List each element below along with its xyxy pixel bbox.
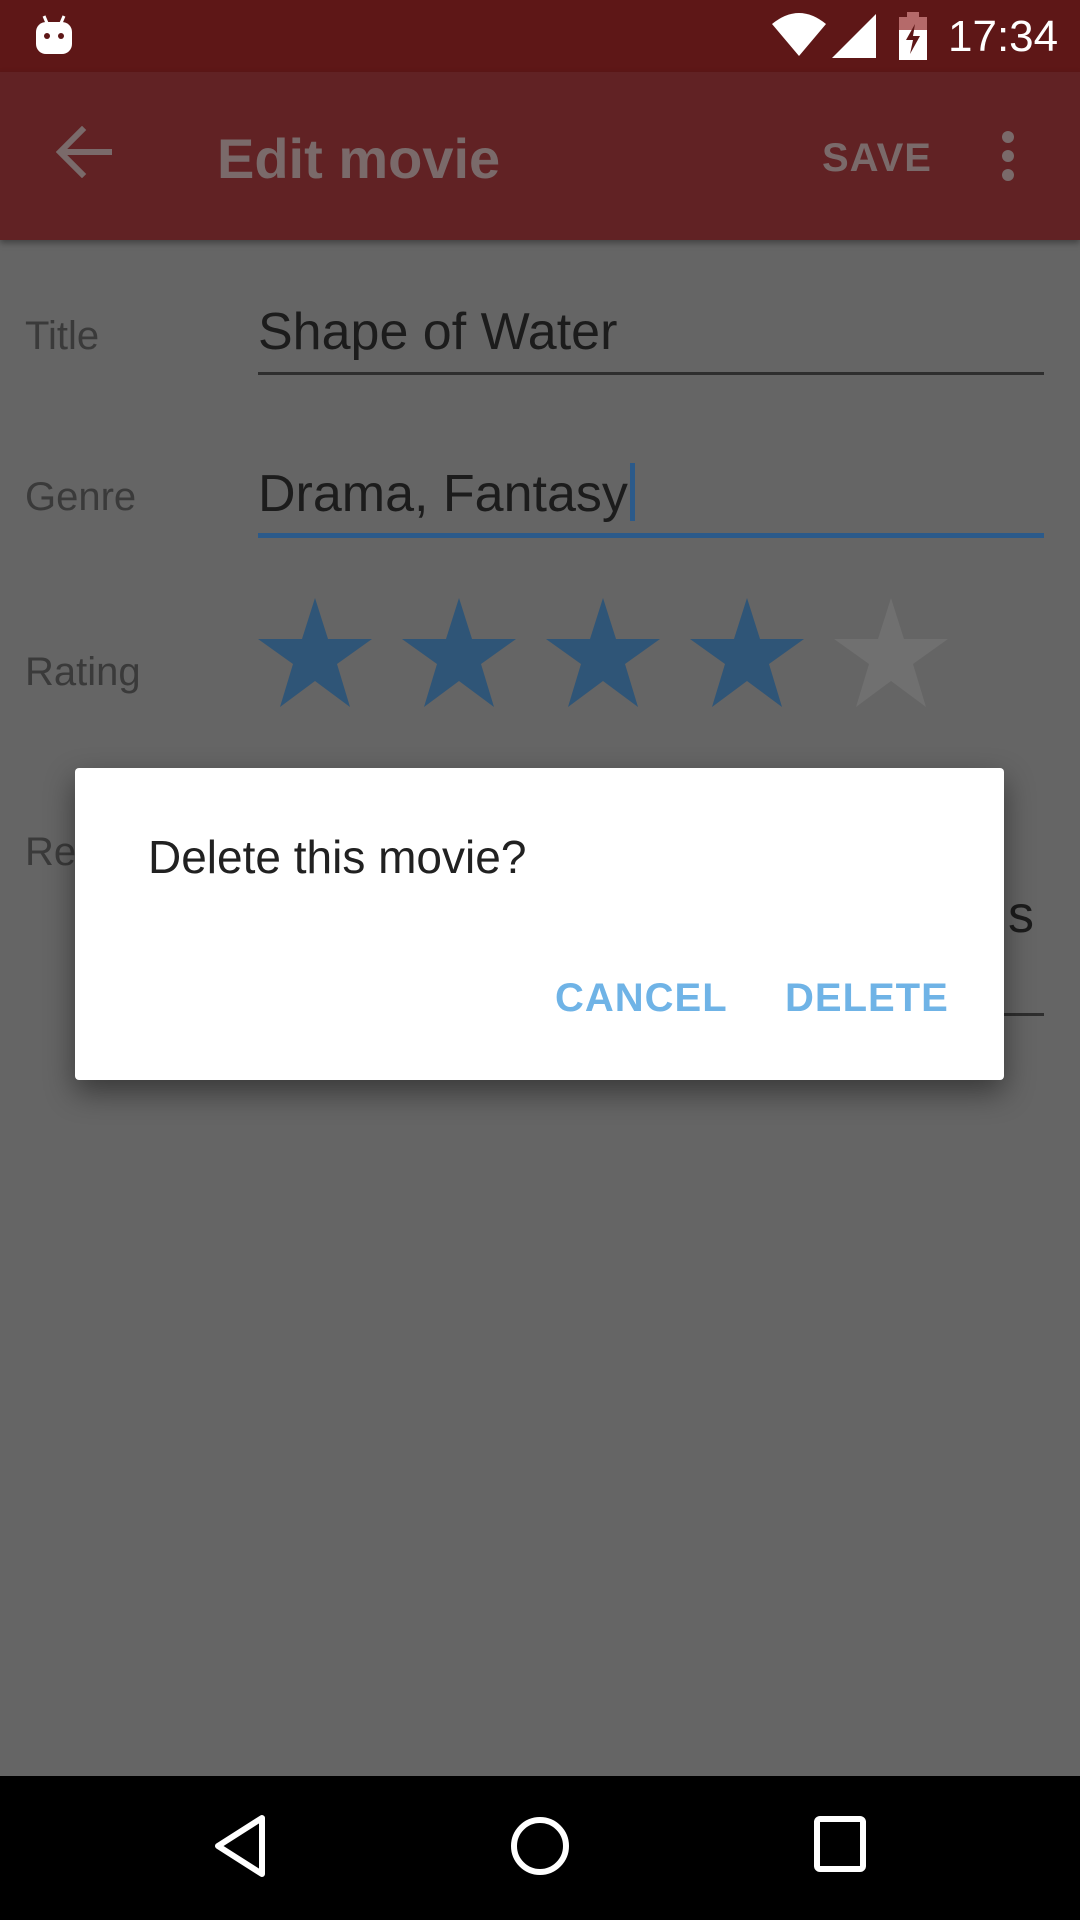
status-clock: 17:34 — [948, 12, 1059, 61]
rating-label: Rating — [25, 650, 141, 694]
star-filled-icon[interactable] — [687, 594, 807, 714]
title-label: Title — [25, 314, 100, 358]
rating-bar[interactable] — [255, 594, 975, 714]
genre-label: Genre — [25, 475, 137, 519]
star-filled-icon[interactable] — [255, 594, 375, 714]
status-bar: 17:34 — [0, 0, 1080, 72]
save-button[interactable]: SAVE — [822, 136, 932, 181]
genre-field[interactable]: Drama, Fantasy — [258, 463, 635, 524]
more-vert-icon[interactable] — [998, 130, 1018, 182]
nav-recents-icon[interactable] — [814, 1816, 866, 1872]
review-label: Re — [25, 830, 77, 874]
app-bar: Edit movie SAVE — [0, 72, 1080, 240]
signal-icon — [832, 14, 876, 58]
navigation-bar — [0, 1776, 1080, 1920]
star-empty-icon[interactable] — [831, 594, 951, 714]
delete-dialog: Delete this movie? CANCEL DELETE — [75, 768, 1004, 1080]
delete-button[interactable]: DELETE — [785, 976, 949, 1021]
android-robot-icon — [36, 15, 72, 54]
wifi-icon — [772, 13, 826, 56]
title-field-underline — [258, 372, 1044, 375]
nav-back-icon[interactable] — [212, 1814, 268, 1878]
genre-field-text: Drama, Fantasy — [258, 465, 628, 523]
arrow-back-icon[interactable] — [56, 126, 112, 178]
nav-home-icon[interactable] — [510, 1814, 570, 1878]
star-filled-icon[interactable] — [399, 594, 519, 714]
genre-field-underline — [258, 533, 1044, 538]
cancel-button[interactable]: CANCEL — [555, 976, 728, 1021]
battery-charging-icon — [899, 12, 927, 60]
page-title: Edit movie — [217, 127, 501, 190]
review-field-text[interactable]: s — [1008, 885, 1034, 945]
title-field[interactable]: Shape of Water — [258, 302, 617, 362]
dialog-message: Delete this movie? — [148, 831, 527, 883]
star-filled-icon[interactable] — [543, 594, 663, 714]
text-cursor — [629, 463, 635, 521]
